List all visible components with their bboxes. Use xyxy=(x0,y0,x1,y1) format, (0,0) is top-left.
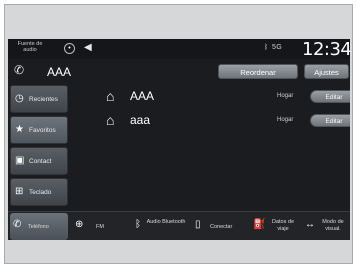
sidebar-item-label: Contact xyxy=(29,158,52,165)
sidebar-item-keypad[interactable]: ⊞ Teclado xyxy=(10,178,68,206)
tab-trip-data[interactable]: ⛽ Datos de viaje xyxy=(250,213,300,240)
volume-icon: ◀ xyxy=(84,42,92,53)
favorite-tag: Hogar xyxy=(277,117,294,123)
signal-status: 5G xyxy=(272,44,282,51)
call-header: ✆ AAA Reordenar Ajustes xyxy=(8,60,350,84)
trip-icon: ⛽ xyxy=(253,219,266,230)
sidebar-item-favorites[interactable]: ★ Favoritos xyxy=(10,116,68,144)
source-toggle-icon[interactable]: • xyxy=(64,43,75,54)
infotainment-screen: Fuente de audio • ◀ ᛒ 5G 12:34 ✆ AAA Reo… xyxy=(8,39,350,240)
smartphone-icon: ▯ xyxy=(195,219,201,230)
favorite-row[interactable]: ⌂ aaa Hogar Editar xyxy=(100,111,350,133)
bottom-nav: ✆ Teléfono ⊕ FM ᛒ Audio Bluetooth ▯ Cone… xyxy=(8,211,350,240)
tab-label: Conectar xyxy=(210,224,233,230)
reorder-button[interactable]: Reordenar xyxy=(218,64,298,79)
tab-label: FM xyxy=(96,224,104,230)
tab-display-mode[interactable]: ↔ Modo de visual. xyxy=(302,213,350,240)
audio-source-label[interactable]: Fuente de audio xyxy=(12,41,48,53)
contact-name: AAA xyxy=(47,65,72,79)
edit-button[interactable]: Editar xyxy=(310,114,350,127)
home-icon: ⌂ xyxy=(106,112,115,128)
radio-icon: ⊕ xyxy=(75,219,84,230)
star-icon: ★ xyxy=(15,124,24,135)
clock-icon: ◷ xyxy=(15,93,24,104)
tab-label: Datos de viaje xyxy=(271,219,294,232)
phone-icon: ✆ xyxy=(14,63,25,77)
bluetooth-status-icon: ᛒ xyxy=(264,44,269,51)
display-mode-icon: ↔ xyxy=(305,219,315,230)
tab-label: Audio Bluetooth xyxy=(146,219,186,225)
favorite-tag: Hogar xyxy=(277,93,294,99)
tab-connect[interactable]: ▯ Conectar xyxy=(192,213,248,240)
settings-button[interactable]: Ajustes xyxy=(304,64,349,79)
sidebar: ◷ Recientes ★ Favoritos ▣ Contact ⊞ Tecl… xyxy=(8,85,69,209)
bluetooth-icon: ᛒ xyxy=(135,219,141,230)
contacts-icon: ▣ xyxy=(15,155,25,166)
clock: 12:34 xyxy=(302,39,350,60)
favorite-name: AAA xyxy=(130,89,155,103)
edit-button[interactable]: Editar xyxy=(310,90,350,103)
sidebar-item-label: Teclado xyxy=(29,189,52,196)
tab-phone[interactable]: ✆ Teléfono xyxy=(10,213,68,240)
favorite-name: aaa xyxy=(130,113,151,127)
phone-icon: ✆ xyxy=(13,219,22,230)
sidebar-item-contacts[interactable]: ▣ Contact xyxy=(10,147,68,175)
sidebar-item-label: Favoritos xyxy=(29,127,56,134)
tab-label: Teléfono xyxy=(28,224,49,230)
favorite-row[interactable]: ⌂ AAA Hogar Editar xyxy=(100,87,350,109)
sidebar-item-recents[interactable]: ◷ Recientes xyxy=(10,85,68,113)
sidebar-item-label: Recientes xyxy=(29,96,58,103)
home-icon: ⌂ xyxy=(106,88,115,104)
tab-bluetooth-audio[interactable]: ᛒ Audio Bluetooth xyxy=(132,213,190,240)
status-bar: Fuente de audio • ◀ ᛒ 5G 12:34 xyxy=(8,39,350,60)
tab-fm[interactable]: ⊕ FM xyxy=(72,213,128,240)
tab-label: Modo de visual. xyxy=(322,219,344,232)
keypad-icon: ⊞ xyxy=(15,186,24,197)
